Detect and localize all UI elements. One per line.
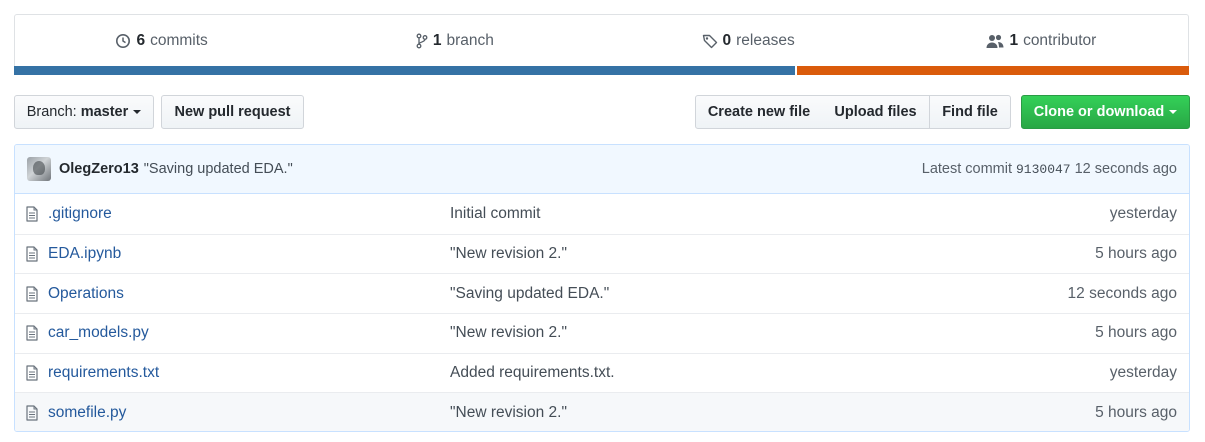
latest-commit-bar: OlegZero13 "Saving updated EDA." Latest … <box>15 145 1189 194</box>
language-bar[interactable] <box>14 66 1189 75</box>
caret-down-icon <box>133 110 142 114</box>
file-commit-message[interactable]: "New revision 2." <box>450 245 1095 263</box>
repo-summary: 6 commits 1 branch 0 releases 1 contribu… <box>14 14 1189 75</box>
file-row: requirements.txt Added requirements.txt. y… <box>15 352 1189 393</box>
file-row: Operations "Saving updated EDA." 12 second… <box>15 273 1189 313</box>
file-name-link[interactable]: somefile.py <box>48 404 450 422</box>
releases-label: releases <box>736 32 795 49</box>
commit-message[interactable]: "Saving updated EDA." <box>144 161 293 177</box>
contributors-link[interactable]: 1 contributor <box>895 32 1188 50</box>
file-row: somefile.py "New revision 2." 5 hours ago <box>15 392 1189 431</box>
file-list: OlegZero13 "Saving updated EDA." Latest … <box>14 144 1190 432</box>
file-name-link[interactable]: requirements.txt <box>48 364 450 382</box>
file-rows: .gitignore Initial commit yesterday EDA.ipy… <box>15 194 1189 431</box>
branch-select-button[interactable]: Branch: master <box>14 95 154 129</box>
latest-commit-info: Latest commit 9130047 12 seconds ago <box>922 161 1177 177</box>
file-name-link[interactable]: EDA.ipynb <box>48 245 450 263</box>
commits-label: commits <box>150 32 208 49</box>
branch-icon <box>416 33 428 49</box>
create-new-file-button[interactable]: Create new file <box>695 95 823 129</box>
contributors-count: 1 <box>1009 32 1019 49</box>
file-commit-message[interactable]: "Saving updated EDA." <box>450 285 1068 303</box>
language-bar-segment[interactable] <box>14 66 796 75</box>
file-age: yesterday <box>1109 364 1177 382</box>
branches-count: 1 <box>432 32 442 49</box>
new-pull-request-button[interactable]: New pull request <box>161 95 304 129</box>
find-file-button[interactable]: Find file <box>929 95 1011 129</box>
file-commit-message[interactable]: "New revision 2." <box>450 324 1095 342</box>
file-icon <box>26 286 40 302</box>
file-icon <box>26 405 40 421</box>
branches-label: branch <box>446 32 494 49</box>
branch-name: master <box>80 104 129 120</box>
commit-author[interactable]: OlegZero13 <box>59 161 139 177</box>
file-navigation: Branch: master New pull request Create n… <box>14 95 1190 129</box>
avatar[interactable] <box>27 157 51 181</box>
file-name-link[interactable]: .gitignore <box>48 205 450 223</box>
tag-icon <box>702 33 718 49</box>
contributors-label: contributor <box>1023 32 1097 49</box>
commit-age: 12 seconds ago <box>1074 161 1177 177</box>
clone-or-download-button[interactable]: Clone or download <box>1021 95 1190 129</box>
commit-sha[interactable]: 9130047 <box>1016 162 1071 177</box>
file-age: 5 hours ago <box>1095 403 1177 421</box>
language-bar-segment[interactable] <box>795 66 1189 75</box>
branch-prefix: Branch: <box>26 104 77 120</box>
file-commit-message[interactable]: Initial commit <box>450 205 1110 223</box>
file-icon <box>26 325 40 342</box>
upload-files-button[interactable]: Upload files <box>822 95 930 129</box>
file-row: .gitignore Initial commit yesterday <box>15 194 1189 234</box>
commits-count: 6 <box>136 32 146 49</box>
file-age: 5 hours ago <box>1095 324 1177 342</box>
file-name-link[interactable]: car_models.py <box>48 324 450 342</box>
history-icon <box>115 33 131 49</box>
file-age: 5 hours ago <box>1095 245 1177 263</box>
clone-label: Clone or download <box>1033 104 1165 120</box>
file-age: 12 seconds ago <box>1067 284 1177 302</box>
file-name-link[interactable]: Operations <box>48 285 450 303</box>
branches-link[interactable]: 1 branch <box>308 32 601 50</box>
file-row: EDA.ipynb "New revision 2." 5 hours ago <box>15 233 1189 274</box>
file-age: yesterday <box>1109 204 1177 222</box>
file-icon <box>26 206 40 222</box>
file-commit-message[interactable]: Added requirements.txt. <box>450 364 1110 382</box>
file-commit-message[interactable]: "New revision 2." <box>450 404 1095 422</box>
commits-link[interactable]: 6 commits <box>15 32 308 50</box>
latest-commit-prefix: Latest commit <box>921 161 1012 177</box>
file-icon <box>26 365 40 381</box>
caret-down-icon <box>1169 110 1178 114</box>
releases-link[interactable]: 0 releases <box>602 32 895 50</box>
people-icon <box>986 33 1004 49</box>
file-row: car_models.py "New revision 2." 5 hours ag… <box>15 313 1189 353</box>
releases-count: 0 <box>722 32 732 49</box>
file-icon <box>26 246 40 262</box>
